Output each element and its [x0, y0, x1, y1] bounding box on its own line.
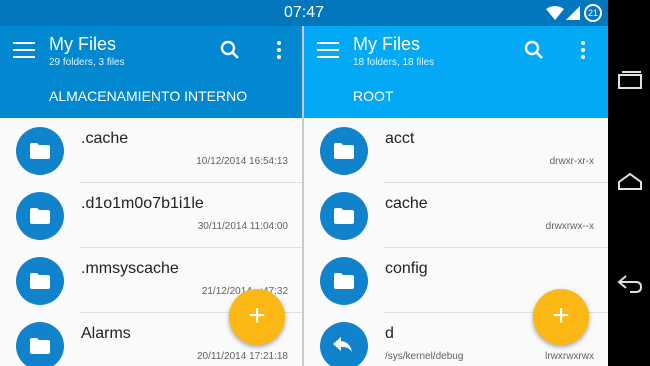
signal-icon — [566, 6, 580, 20]
breadcrumb[interactable]: ALMACENAMIENTO INTERNO — [49, 88, 247, 104]
item-name: config — [385, 260, 428, 277]
folder-icon — [320, 127, 368, 175]
status-bar: 07:47 21 — [0, 0, 608, 26]
menu-icon[interactable] — [317, 42, 339, 60]
app-title: My Files — [49, 34, 116, 54]
item-permissions: drwxrwx--x — [545, 221, 594, 232]
item-name: acct — [385, 130, 415, 147]
wifi-icon — [546, 6, 564, 20]
folder-icon — [320, 192, 368, 240]
breadcrumb[interactable]: ROOT — [353, 88, 393, 104]
item-date: 30/11/2014 11:04:00 — [197, 221, 288, 232]
menu-icon[interactable] — [13, 42, 35, 60]
item-date: 20/11/2014 17:21:18 — [196, 351, 288, 362]
more-vert-icon[interactable] — [580, 40, 586, 60]
add-button[interactable]: + — [533, 289, 589, 345]
item-date: 10/12/2014 16:54:13 — [196, 156, 288, 167]
folder-count: 18 folders, 18 files — [353, 57, 435, 68]
folder-icon — [16, 192, 64, 240]
list-item[interactable]: acct drwxr-xr-x — [304, 118, 608, 183]
left-app-bar: My Files 29 folders, 3 files ALMACENAMIE… — [0, 26, 302, 118]
item-name: .cache — [81, 130, 129, 147]
folder-icon — [16, 127, 64, 175]
app-title: My Files — [353, 34, 420, 54]
more-vert-icon[interactable] — [276, 40, 282, 60]
item-name: cache — [385, 195, 428, 212]
add-icon: + — [552, 299, 570, 332]
item-name: d — [385, 325, 394, 342]
symlink-icon — [320, 322, 368, 366]
item-name: .d1o1m0o7b1i1le — [81, 195, 204, 212]
navigation-bar — [608, 0, 650, 366]
add-icon: + — [248, 299, 266, 332]
back-icon[interactable] — [616, 272, 644, 296]
left-pane: My Files 29 folders, 3 files ALMACENAMIE… — [0, 26, 302, 366]
right-pane: My Files 18 folders, 18 files ROOT acct … — [304, 26, 608, 366]
item-permissions: lrwxrwxrwx — [545, 351, 594, 362]
search-icon[interactable] — [220, 40, 240, 60]
folder-icon — [16, 257, 64, 305]
right-app-bar: My Files 18 folders, 18 files ROOT — [304, 26, 608, 118]
item-name: Alarms — [81, 325, 131, 342]
item-name: .mmsyscache — [81, 260, 179, 277]
battery-icon: 21 — [584, 4, 602, 22]
recents-icon[interactable] — [616, 68, 644, 92]
home-icon[interactable] — [616, 170, 644, 194]
item-link-target: /sys/kernel/debug — [385, 351, 464, 362]
item-permissions: drwxr-xr-x — [549, 156, 594, 167]
add-button[interactable]: + — [229, 289, 285, 345]
search-icon[interactable] — [524, 40, 544, 60]
folder-icon — [16, 322, 64, 366]
folder-icon — [320, 257, 368, 305]
list-item[interactable]: .cache 10/12/2014 16:54:13 — [0, 118, 302, 183]
folder-count: 29 folders, 3 files — [49, 57, 125, 68]
screen: 07:47 21 My Files 29 folders, 3 files AL… — [0, 0, 608, 366]
list-item[interactable]: cache drwxrwx--x — [304, 183, 608, 248]
list-item[interactable]: .d1o1m0o7b1i1le 30/11/2014 11:04:00 — [0, 183, 302, 248]
status-time: 07:47 — [283, 4, 325, 21]
